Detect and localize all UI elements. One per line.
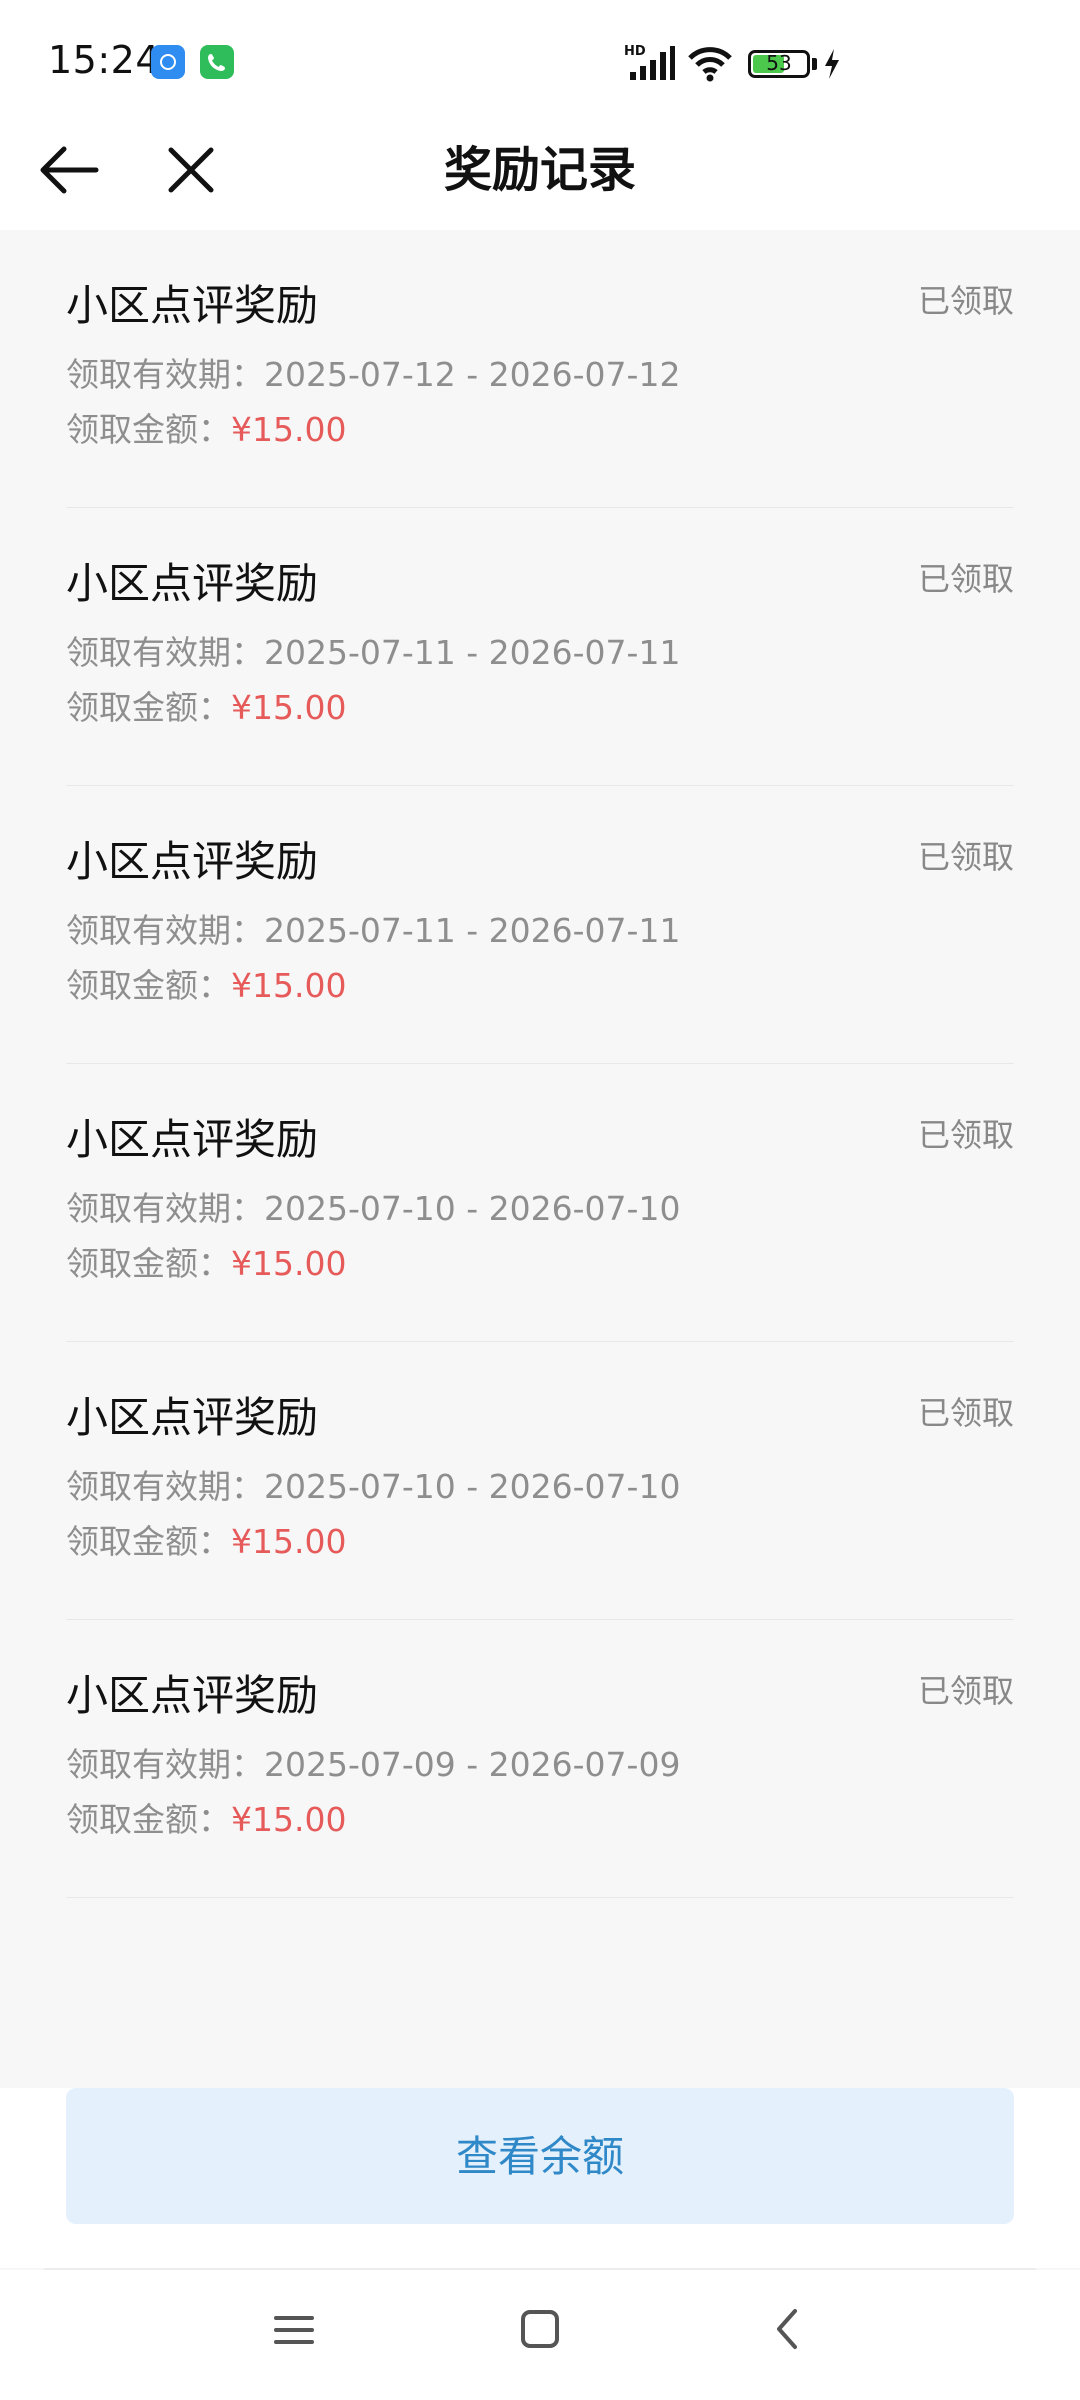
amount-label: 领取金额： xyxy=(66,410,231,449)
record-status: 已领取 xyxy=(917,1116,1014,1154)
amount-label: 领取金额： xyxy=(66,1800,231,1839)
amount-label: 领取金额： xyxy=(66,1522,231,1561)
amount-value: ¥15.00 xyxy=(231,1800,347,1839)
top-app-bar: 奖励记录 xyxy=(0,110,1080,230)
record-amount: 领取金额：¥15.00 xyxy=(66,1237,346,1285)
validity-range: 2025-07-09 - 2026-07-09 xyxy=(264,1745,681,1784)
amount-value: ¥15.00 xyxy=(231,688,347,727)
amount-label: 领取金额： xyxy=(66,688,231,727)
validity-range: 2025-07-11 - 2026-07-11 xyxy=(264,633,681,672)
record-amount: 领取金额：¥15.00 xyxy=(66,1515,346,1563)
wifi-icon xyxy=(688,47,732,82)
amount-value: ¥15.00 xyxy=(231,410,347,449)
amount-value: ¥15.00 xyxy=(231,1244,347,1283)
record-validity: 领取有效期：2025-07-10 - 2026-07-10 xyxy=(66,1460,680,1508)
record-status: 已领取 xyxy=(917,560,1014,598)
record-status: 已领取 xyxy=(917,838,1014,876)
record-validity: 领取有效期：2025-07-10 - 2026-07-10 xyxy=(66,1182,680,1230)
phone-icon xyxy=(200,45,234,79)
record-status: 已领取 xyxy=(917,282,1014,320)
record-validity: 领取有效期：2025-07-11 - 2026-07-11 xyxy=(66,626,680,674)
signal-icon: HD xyxy=(624,44,675,80)
battery-cap xyxy=(812,58,817,70)
network-type-label: HD xyxy=(624,44,646,59)
battery-icon: 53 xyxy=(748,50,810,78)
reward-record-item[interactable]: 小区点评奖励 已领取 领取有效期：2025-07-12 - 2026-07-12… xyxy=(66,230,1014,508)
validity-label: 领取有效期： xyxy=(66,911,264,950)
record-amount: 领取金额：¥15.00 xyxy=(66,681,346,729)
nav-back-button[interactable] xyxy=(748,2294,828,2364)
amount-value: ¥15.00 xyxy=(231,966,347,1005)
validity-range: 2025-07-10 - 2026-07-10 xyxy=(264,1467,681,1506)
status-bar: 15:24 HD 53 xyxy=(0,0,1080,110)
record-status: 已领取 xyxy=(917,1394,1014,1432)
menu-icon xyxy=(274,2316,314,2344)
record-title: 小区点评奖励 xyxy=(66,837,319,886)
amount-label: 领取金额： xyxy=(66,966,231,1005)
amount-label: 领取金额： xyxy=(66,1244,231,1283)
page-title: 奖励记录 xyxy=(443,142,636,198)
back-icon xyxy=(777,2309,797,2349)
nav-home-button[interactable] xyxy=(500,2294,580,2364)
nav-menu-button[interactable] xyxy=(254,2294,334,2364)
bottom-action-area: 查看余额 xyxy=(0,2088,1080,2270)
validity-label: 领取有效期： xyxy=(66,1745,264,1784)
validity-range: 2025-07-10 - 2026-07-10 xyxy=(264,1189,681,1228)
record-title: 小区点评奖励 xyxy=(66,1671,319,1720)
validity-label: 领取有效期： xyxy=(66,355,264,394)
amount-value: ¥15.00 xyxy=(231,1522,347,1561)
record-title: 小区点评奖励 xyxy=(66,1393,319,1442)
record-amount: 领取金额：¥15.00 xyxy=(66,1793,346,1841)
system-navigation-bar xyxy=(0,2270,1080,2400)
view-balance-button[interactable]: 查看余额 xyxy=(66,2088,1014,2224)
home-icon xyxy=(521,2310,559,2348)
validity-range: 2025-07-11 - 2026-07-11 xyxy=(264,911,681,950)
validity-range: 2025-07-12 - 2026-07-12 xyxy=(264,355,681,394)
reward-record-list-content: 小区点评奖励 已领取 领取有效期：2025-07-12 - 2026-07-12… xyxy=(0,230,1080,1898)
status-time: 15:24 xyxy=(48,38,161,82)
record-validity: 领取有效期：2025-07-11 - 2026-07-11 xyxy=(66,904,680,952)
reward-record-item[interactable]: 小区点评奖励 已领取 领取有效期：2025-07-11 - 2026-07-11… xyxy=(66,508,1014,786)
record-validity: 领取有效期：2025-07-09 - 2026-07-09 xyxy=(66,1738,680,1786)
reward-record-item[interactable]: 小区点评奖励 已领取 领取有效期：2025-07-09 - 2026-07-09… xyxy=(66,1620,1014,1898)
app-notification-icon xyxy=(151,45,185,79)
battery-level: 53 xyxy=(766,51,792,75)
charging-icon xyxy=(825,49,839,79)
record-amount: 领取金额：¥15.00 xyxy=(66,959,346,1007)
reward-record-item[interactable]: 小区点评奖励 已领取 领取有效期：2025-07-10 - 2026-07-10… xyxy=(66,1064,1014,1342)
record-status: 已领取 xyxy=(917,1672,1014,1710)
record-amount: 领取金额：¥15.00 xyxy=(66,403,346,451)
record-title: 小区点评奖励 xyxy=(66,1115,319,1164)
reward-record-item[interactable]: 小区点评奖励 已领取 领取有效期：2025-07-10 - 2026-07-10… xyxy=(66,1342,1014,1620)
record-validity: 领取有效期：2025-07-12 - 2026-07-12 xyxy=(66,348,680,396)
validity-label: 领取有效期： xyxy=(66,633,264,672)
validity-label: 领取有效期： xyxy=(66,1467,264,1506)
reward-record-item[interactable]: 小区点评奖励 已领取 领取有效期：2025-07-11 - 2026-07-11… xyxy=(66,786,1014,1064)
reward-record-list[interactable]: 小区点评奖励 已领取 领取有效期：2025-07-12 - 2026-07-12… xyxy=(0,230,1080,2088)
record-title: 小区点评奖励 xyxy=(66,281,319,330)
validity-label: 领取有效期： xyxy=(66,1189,264,1228)
record-title: 小区点评奖励 xyxy=(66,559,319,608)
